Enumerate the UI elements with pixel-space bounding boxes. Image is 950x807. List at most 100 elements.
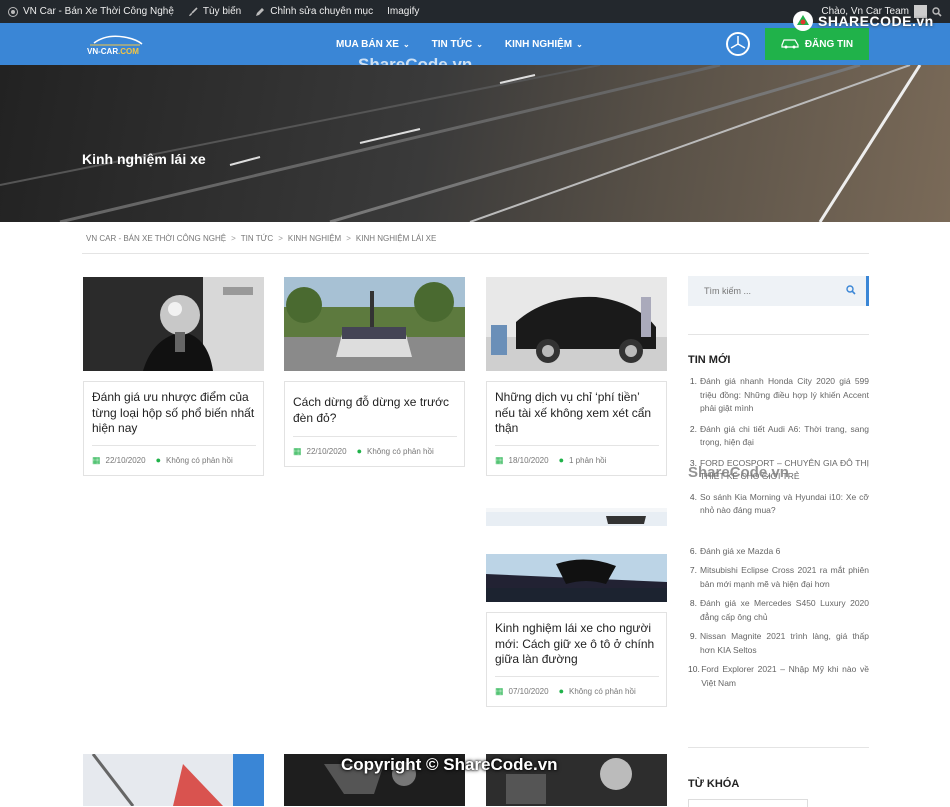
recent-post-link[interactable]: Đánh giá xe Mercedes S450 Luxury 2020 đẳ… xyxy=(700,597,869,624)
breadcrumb-separator: > xyxy=(346,234,351,243)
chevron-down-icon: ⌄ xyxy=(476,39,483,49)
list-item[interactable]: 9. Nissan Magnite 2021 trình làng, giá th… xyxy=(688,630,869,657)
post-body: Cách dừng đỗ dừng xe trước đèn đỏ? ▦ 22/1… xyxy=(284,381,465,467)
post-body: Đánh giá ưu nhược điểm của từng loại hộp… xyxy=(83,381,264,476)
post-thumbnail-strip[interactable] xyxy=(486,508,667,526)
post-date-value: 18/10/2020 xyxy=(508,455,549,465)
post-card[interactable]: Kinh nghiệm lái xe cho người mới: Cách g… xyxy=(486,554,667,707)
watermark: ShareCode.vn xyxy=(688,464,789,481)
post-date: ▦ 18/10/2020 xyxy=(495,454,549,467)
list-item[interactable]: 1. Đánh giá nhanh Honda City 2020 giá 599… xyxy=(688,375,869,416)
list-item[interactable]: 4. So sánh Kia Morning và Hyundai i10: Xe… xyxy=(688,491,869,518)
post-thumbnail[interactable] xyxy=(486,554,667,602)
list-item[interactable]: 10. Ford Explorer 2021 – Nhập Mỹ khi nào … xyxy=(688,663,869,690)
site-name: VN Car - Bán Xe Thời Công Nghệ xyxy=(23,6,174,17)
post-title[interactable]: Cách dừng đỗ dừng xe trước đèn đỏ? xyxy=(293,390,457,428)
post-meta: ▦ 22/10/2020 ● Không có phản hồi xyxy=(293,436,457,458)
recent-post-link[interactable]: Mitsubishi Eclipse Cross 2021 ra mắt phi… xyxy=(700,564,869,591)
post-meta: ▦ 07/10/2020 ● Không có phản hồi xyxy=(495,675,659,698)
breadcrumb-item[interactable]: TIN TỨC xyxy=(241,234,273,243)
breadcrumb-separator: > xyxy=(278,234,283,243)
svg-text:.COM: .COM xyxy=(118,47,139,56)
recent-post-link[interactable]: Đánh giá nhanh Honda City 2020 giá 599 t… xyxy=(700,375,869,416)
post-date-value: 07/10/2020 xyxy=(508,686,549,696)
recent-post-link[interactable]: Đánh giá xe Mazda 6 xyxy=(700,545,780,559)
brush-icon xyxy=(188,6,198,17)
mercedes-logo-icon[interactable] xyxy=(726,32,750,56)
post-body: Kinh nghiệm lái xe cho người mới: Cách g… xyxy=(486,612,667,707)
post-listing-button[interactable]: ĐĂNG TIN xyxy=(765,28,869,60)
site-logo[interactable]: VN-CAR .COM xyxy=(84,31,146,57)
post-comments-value: 1 phản hồi xyxy=(569,455,607,465)
breadcrumb-item: KINH NGHIỆM LÁI XE xyxy=(355,234,437,243)
chevron-down-icon: ⌄ xyxy=(402,39,410,49)
recent-posts-heading: TIN MỚI xyxy=(688,354,731,366)
post-card[interactable]: Đánh giá ưu nhược điểm của từng loại hộp… xyxy=(83,277,264,476)
recent-post-link[interactable]: So sánh Kia Morning và Hyundai i10: Xe c… xyxy=(700,491,869,518)
post-title[interactable]: Đánh giá ưu nhược điểm của từng loại hộp… xyxy=(92,390,256,437)
nav-item-kinh-nghiem[interactable]: KINH NGHIỆM ⌄ xyxy=(505,39,583,50)
list-item[interactable]: 8. Đánh giá xe Mercedes S450 Luxury 2020 … xyxy=(688,597,869,624)
edit-category-link[interactable]: Chỉnh sửa chuyên mục xyxy=(255,6,373,17)
list-item[interactable]: 7. Mitsubishi Eclipse Cross 2021 ra mắt p… xyxy=(688,564,869,591)
imagify-link[interactable]: Imagify xyxy=(387,6,419,17)
post-comments[interactable]: ● Không có phản hồi xyxy=(357,445,437,458)
post-thumbnail[interactable] xyxy=(83,277,264,371)
nav-item-mua-ban-xe[interactable]: MUA BÁN XE ⌄ xyxy=(336,39,410,50)
recent-post-link[interactable]: Nissan Magnite 2021 trình làng, giá thấp… xyxy=(700,630,869,657)
calendar-icon: ▦ xyxy=(293,446,302,456)
post-comments[interactable]: ● Không có phản hồi xyxy=(156,454,236,467)
post-comments-value: Không có phản hồi xyxy=(569,686,636,696)
svg-text:VN-CAR: VN-CAR xyxy=(87,47,118,56)
post-card[interactable]: Những dịch vụ chỉ ‘phí tiền’ nếu tài xế … xyxy=(486,277,667,476)
hero-banner: Kinh nghiệm lái xe xyxy=(0,65,950,222)
post-thumbnail[interactable] xyxy=(83,754,264,806)
post-title[interactable]: Những dịch vụ chỉ ‘phí tiền’ nếu tài xế … xyxy=(495,390,659,437)
post-meta: ▦ 22/10/2020 ● Không có phản hồi xyxy=(92,444,256,467)
search-input[interactable]: Tìm kiếm ... xyxy=(704,286,846,296)
post-comments-value: Không có phản hồi xyxy=(367,447,434,456)
post-meta: ▦ 18/10/2020 ● 1 phản hồi xyxy=(495,444,659,467)
nav-item-tin-tuc[interactable]: TIN TỨC ⌄ xyxy=(432,39,483,50)
sharecode-logo: SHARECODE.vn xyxy=(792,10,934,32)
list-item[interactable]: 2. Đánh giá chi tiết Audi A6: Thời trang,… xyxy=(688,423,869,450)
chevron-down-icon: ⌄ xyxy=(576,39,583,49)
recent-posts-list: 1. Đánh giá nhanh Honda City 2020 giá 599… xyxy=(688,375,869,690)
calendar-icon: ▦ xyxy=(495,454,504,465)
nav-label: MUA BÁN XE xyxy=(336,38,399,50)
comment-icon: ● xyxy=(356,446,362,456)
search-icon[interactable] xyxy=(846,285,866,297)
divider xyxy=(82,253,869,254)
sharecode-logo-icon xyxy=(793,11,813,31)
post-body: Những dịch vụ chỉ ‘phí tiền’ nếu tài xế … xyxy=(486,381,667,476)
post-thumbnail[interactable] xyxy=(486,277,667,371)
breadcrumb-item[interactable]: KINH NGHIỆM xyxy=(288,234,341,243)
customize-link[interactable]: Tùy biến xyxy=(188,6,241,17)
comment-icon: ● xyxy=(558,685,564,696)
site-name-link[interactable]: VN Car - Bán Xe Thời Công Nghệ xyxy=(8,6,174,17)
breadcrumb-item[interactable]: VN CAR - BÁN XE THỜI CÔNG NGHỆ xyxy=(86,234,226,243)
post-title[interactable]: Kinh nghiệm lái xe cho người mới: Cách g… xyxy=(495,621,659,668)
post-card[interactable]: Cách dừng đỗ dừng xe trước đèn đỏ? ▦ 22/1… xyxy=(284,277,465,467)
recent-post-link[interactable]: Ford Explorer 2021 – Nhập Mỹ khi nào về … xyxy=(701,663,869,690)
post-date: ▦ 22/10/2020 xyxy=(293,445,347,458)
divider xyxy=(688,334,869,335)
post-comments-value: Không có phản hồi xyxy=(166,455,233,465)
post-listing-label: ĐĂNG TIN xyxy=(804,38,854,50)
page-title: Kinh nghiệm lái xe xyxy=(82,151,206,167)
copyright-watermark: Copyright © ShareCode.vn xyxy=(341,755,558,774)
customize-label: Tùy biến xyxy=(202,6,242,17)
comment-icon: ● xyxy=(558,454,564,465)
sidebar-search[interactable]: Tìm kiếm ... xyxy=(688,276,869,306)
recent-post-link[interactable]: Đánh giá chi tiết Audi A6: Thời trang, s… xyxy=(700,423,869,450)
edit-category-label: Chỉnh sửa chuyên mục xyxy=(270,6,374,17)
post-thumbnail[interactable] xyxy=(284,277,465,371)
post-comments[interactable]: ● 1 phản hồi xyxy=(559,454,607,467)
post-comments[interactable]: ● Không có phản hồi xyxy=(559,685,639,698)
calendar-icon: ▦ xyxy=(495,685,504,696)
comment-icon: ● xyxy=(155,454,161,465)
pencil-icon xyxy=(255,7,265,17)
post-date: ▦ 22/10/2020 xyxy=(92,454,146,467)
list-item[interactable]: 6. Đánh giá xe Mazda 6 xyxy=(688,545,869,559)
sharecode-logo-text: SHARECODE.vn xyxy=(818,13,934,29)
